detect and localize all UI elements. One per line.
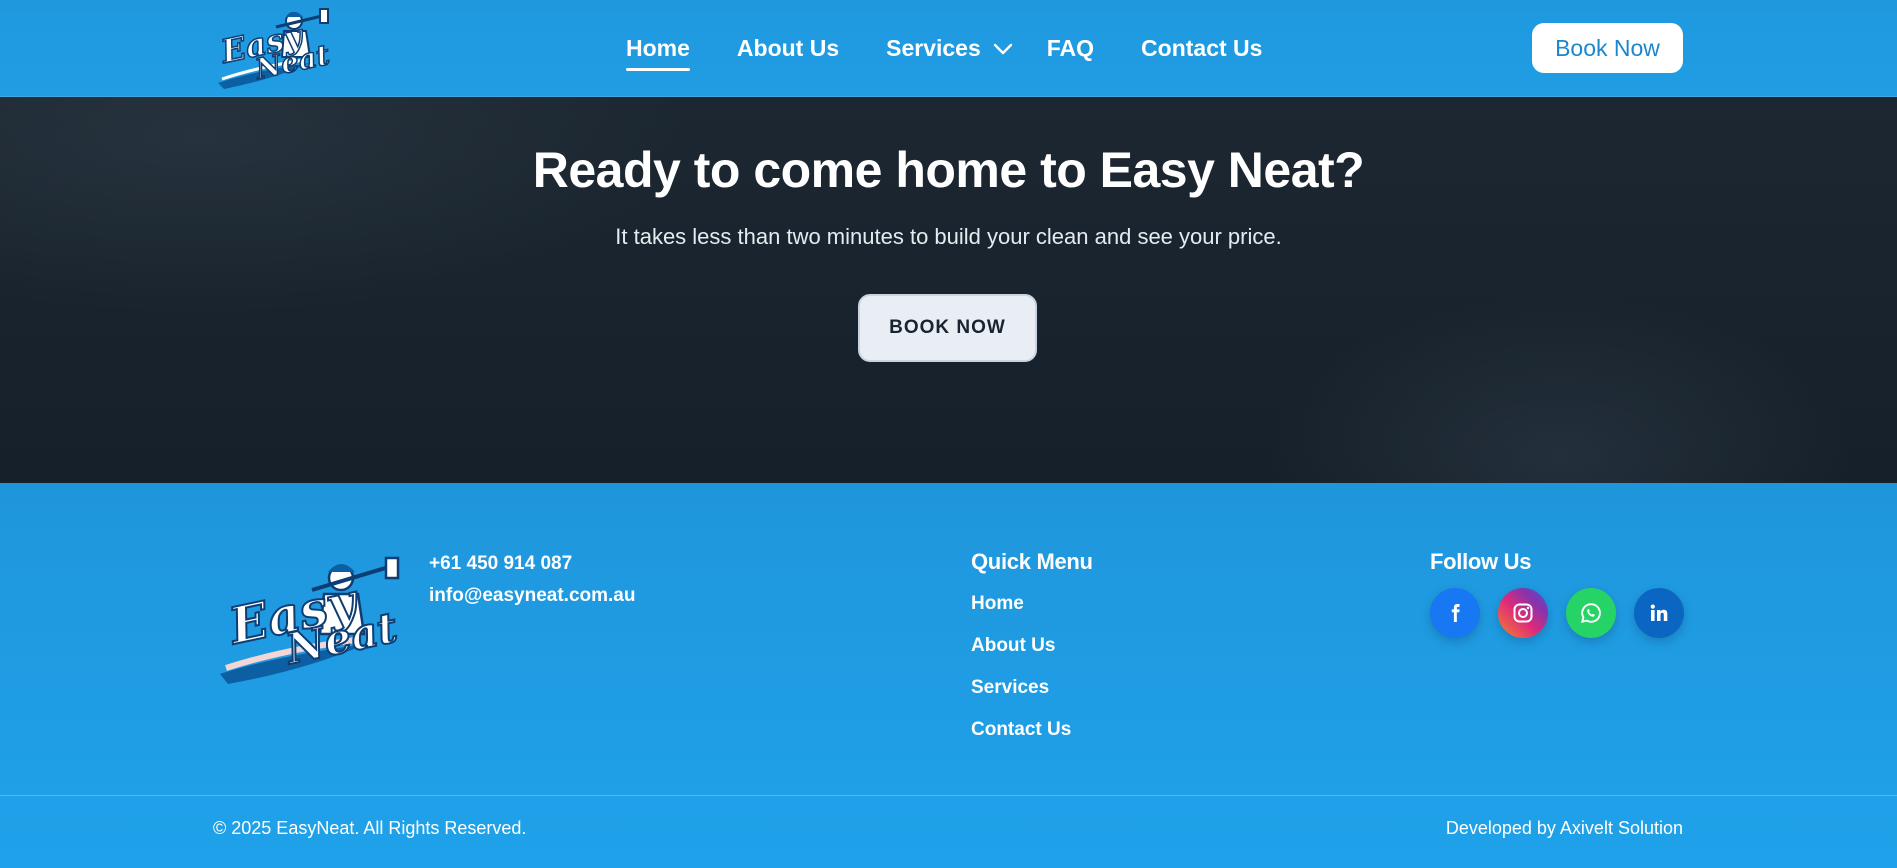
quick-menu-list: Home About Us Services Contact Us: [971, 593, 1071, 761]
nav-faq-label: FAQ: [1046, 35, 1095, 61]
instagram-icon: [1513, 603, 1533, 623]
quick-menu-contact-us[interactable]: Contact Us: [971, 719, 1071, 761]
nav-about-us[interactable]: About Us: [737, 35, 839, 62]
contact-email[interactable]: info@easyneat.com.au: [429, 585, 635, 607]
easy-neat-footer-logo[interactable]: Easy Neat: [216, 552, 401, 686]
hero-subtitle: It takes less than two minutes to build …: [615, 224, 1282, 249]
developed-by-text[interactable]: Developed by Axivelt Solution: [1446, 818, 1683, 839]
facebook-link[interactable]: [1430, 588, 1480, 638]
quick-menu-title: Quick Menu: [971, 549, 1093, 574]
copyright-text: © 2025 EasyNeat. All Rights Reserved.: [213, 818, 527, 838]
nav-contact-us[interactable]: Contact Us: [1141, 35, 1262, 62]
nav-about-us-label: About Us: [736, 35, 840, 61]
book-now-button-header[interactable]: Book Now: [1532, 23, 1683, 73]
site-header: Easy Neat Home About Us Services FAQ Con…: [0, 0, 1897, 97]
main-nav: Home About Us Services FAQ Contact Us: [626, 0, 1309, 97]
contact-phone[interactable]: +61 450 914 087: [429, 553, 572, 575]
nav-services-label: Services: [886, 35, 981, 61]
quick-menu-home[interactable]: Home: [971, 593, 1071, 635]
linkedin-link[interactable]: [1634, 588, 1684, 638]
nav-faq[interactable]: FAQ: [1047, 35, 1094, 62]
book-now-button-hero[interactable]: BOOK NOW: [858, 294, 1037, 362]
whatsapp-link[interactable]: [1566, 588, 1616, 638]
nav-home[interactable]: Home: [626, 35, 690, 71]
social-links: [1430, 588, 1702, 638]
instagram-link[interactable]: [1498, 588, 1548, 638]
cta-hero-section: Ready to come home to Easy Neat? It take…: [0, 97, 1897, 483]
linkedin-icon: [1650, 604, 1668, 621]
quick-menu-services[interactable]: Services: [971, 677, 1071, 719]
site-footer: Easy Neat +61 450 914 087 info@easyneat.…: [0, 483, 1897, 868]
hero-title: Ready to come home to Easy Neat?: [532, 142, 1365, 198]
footer-divider: [0, 795, 1897, 796]
nav-contact-us-label: Contact Us: [1141, 35, 1263, 61]
chevron-down-icon[interactable]: [993, 42, 1013, 56]
quick-menu-about-us[interactable]: About Us: [971, 635, 1071, 677]
nav-home-label: Home: [626, 35, 690, 61]
easy-neat-logo[interactable]: Easy Neat: [214, 5, 334, 91]
nav-services[interactable]: Services: [886, 35, 1013, 62]
facebook-icon: [1451, 604, 1460, 622]
whatsapp-icon: [1580, 603, 1601, 624]
follow-us-title: Follow Us: [1430, 549, 1532, 574]
